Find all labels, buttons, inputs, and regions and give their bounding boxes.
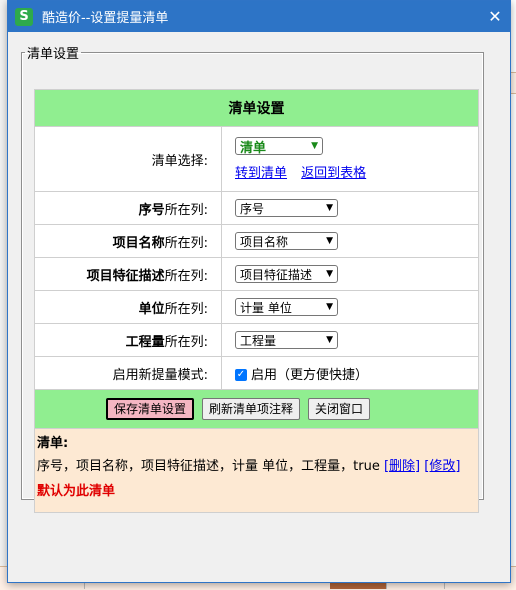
edit-list-link[interactable]: [修改] [424, 459, 460, 474]
chevron-down-icon: ▼ [326, 335, 333, 345]
unit-column-select[interactable]: 计量 单位 ▼ [235, 298, 338, 316]
list-select-dropdown[interactable]: 清单 ▼ [235, 137, 323, 156]
chevron-down-icon: ▼ [311, 141, 318, 152]
list-info-panel: 清单: 序号，项目名称，项目特征描述，计量 单位，工程量，true [删除] [… [34, 428, 479, 513]
new-mode-label: 启用新提量模式: [34, 356, 222, 390]
chevron-down-icon: ▼ [326, 236, 333, 246]
settings-table: 清单设置 清单选择: 清单 ▼ 转到清单 返回到表格 序号所在列: 序号 ▼ 项… [34, 89, 479, 513]
close-icon[interactable]: ✕ [480, 1, 510, 32]
delete-list-link[interactable]: [删除] [384, 459, 420, 474]
new-mode-cell: ✓ 启用（更方便快捷） [221, 356, 479, 390]
quantity-column-select[interactable]: 工程量 ▼ [235, 331, 338, 349]
default-list-note: 默认为此清单 [37, 484, 116, 499]
feature-desc-column-cell: 项目特征描述 ▼ [221, 257, 479, 291]
back-to-table-link[interactable]: 返回到表格 [301, 166, 366, 181]
refresh-notes-button[interactable]: 刷新清单项注释 [202, 398, 301, 420]
serial-column-select[interactable]: 序号 ▼ [235, 199, 338, 217]
enable-mode-checkbox[interactable]: ✓ [235, 369, 247, 381]
list-links: 转到清单 返回到表格 [235, 162, 478, 181]
item-name-column-select[interactable]: 项目名称 ▼ [235, 232, 338, 250]
chevron-down-icon: ▼ [326, 269, 333, 279]
app-icon: S [15, 7, 33, 26]
list-settings-group: 清单设置 清单设置 清单选择: 清单 ▼ 转到清单 返回到表格 序号所在列: 序… [21, 43, 484, 513]
enable-mode-checkbox-label[interactable]: 启用（更方便快捷） [251, 368, 368, 383]
list-info-content: 序号，项目名称，项目特征描述，计量 单位，工程量，true [37, 459, 380, 474]
chevron-down-icon: ▼ [326, 203, 333, 213]
close-window-button[interactable]: 关闭窗口 [308, 398, 371, 420]
feature-desc-column-label: 项目特征描述所在列: [34, 257, 222, 291]
serial-column-cell: 序号 ▼ [221, 191, 479, 225]
chevron-down-icon: ▼ [326, 302, 333, 312]
title-bar[interactable]: S 酷造价--设置提量清单 ✕ [8, 1, 510, 32]
button-row: 保存清单设置 刷新清单项注释 关闭窗口 [34, 389, 479, 429]
serial-column-label: 序号所在列: [34, 191, 222, 225]
item-name-column-cell: 项目名称 ▼ [221, 224, 479, 258]
unit-column-cell: 计量 单位 ▼ [221, 290, 479, 324]
settings-dialog: S 酷造价--设置提量清单 ✕ 清单设置 清单设置 清单选择: 清单 ▼ 转到清… [7, 0, 511, 583]
unit-column-label: 单位所在列: [34, 290, 222, 324]
quantity-column-label: 工程量所在列: [34, 323, 222, 357]
feature-desc-column-select[interactable]: 项目特征描述 ▼ [235, 265, 338, 283]
window-title: 酷造价--设置提量清单 [42, 11, 169, 26]
item-name-column-label: 项目名称所在列: [34, 224, 222, 258]
list-select-label: 清单选择: [34, 126, 222, 192]
list-info-title: 清单: [37, 436, 69, 451]
quantity-column-cell: 工程量 ▼ [221, 323, 479, 357]
list-select-value: 清单 [240, 140, 267, 156]
group-legend: 清单设置 [27, 47, 80, 62]
goto-list-link[interactable]: 转到清单 [235, 166, 287, 181]
save-settings-button[interactable]: 保存清单设置 [106, 398, 195, 420]
table-header: 清单设置 [34, 89, 479, 127]
list-select-cell: 清单 ▼ 转到清单 返回到表格 [221, 126, 479, 192]
